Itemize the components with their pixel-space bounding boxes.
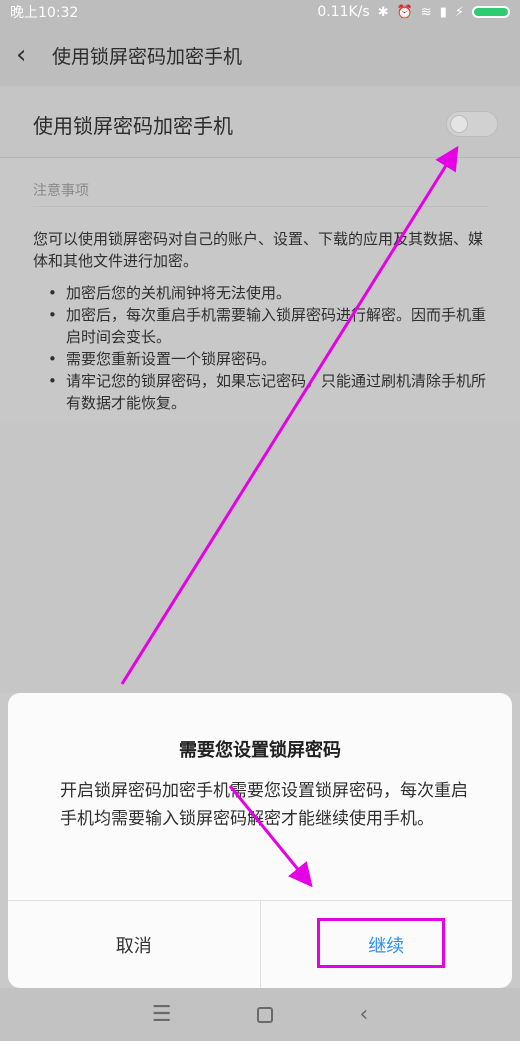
wifi-icon: ≋ xyxy=(420,4,432,20)
cancel-button[interactable]: 取消 xyxy=(8,901,261,988)
dialog-buttons: 取消 继续 xyxy=(8,900,512,988)
continue-button[interactable]: 继续 xyxy=(261,901,513,988)
bluetooth-icon: ✱ xyxy=(377,4,389,20)
divider xyxy=(33,206,488,207)
notes-section: 注意事项 您可以使用锁屏密码对自己的账户、设置、下载的应用及其数据、媒体和其他文… xyxy=(0,158,520,423)
list-item: 需要您重新设置一个锁屏密码。 xyxy=(48,348,488,370)
back-icon[interactable]: ‹ xyxy=(359,1003,368,1026)
navigation-bar: ☰ ‹ xyxy=(0,988,520,1041)
network-speed: 0.11K/s xyxy=(317,4,370,20)
home-icon[interactable] xyxy=(257,1006,274,1023)
list-item: 加密后您的关机闹钟将无法使用。 xyxy=(48,282,488,304)
page-header: ‹ 使用锁屏密码加密手机 xyxy=(0,24,520,86)
toggle-knob xyxy=(450,115,468,133)
dialog-message: 开启锁屏密码加密手机需要您设置锁屏密码，每次重启手机均需要输入锁屏密码解密才能继… xyxy=(60,781,468,829)
encryption-toggle[interactable] xyxy=(446,111,498,137)
encryption-setting-row[interactable]: 使用锁屏密码加密手机 xyxy=(0,86,520,158)
page-title: 使用锁屏密码加密手机 xyxy=(52,45,243,68)
charging-icon: ⚡ xyxy=(454,4,464,20)
set-lock-password-dialog: 需要您设置锁屏密码 开启锁屏密码加密手机需要您设置锁屏密码，每次重启手机均需要输… xyxy=(8,693,512,988)
signal-icon: ▮ xyxy=(439,4,447,20)
menu-icon[interactable]: ☰ xyxy=(152,1003,172,1026)
list-item: 请牢记您的锁屏密码，如果忘记密码，只能通过刷机清除手机所有数据才能恢复。 xyxy=(48,370,488,414)
notes-list: 加密后您的关机闹钟将无法使用。 加密后，每次重启手机需要输入锁屏密码进行解密。因… xyxy=(48,282,488,414)
list-item: 加密后，每次重启手机需要输入锁屏密码进行解密。因而手机重启时间会变长。 xyxy=(48,304,488,348)
status-time: 晚上10:32 xyxy=(10,5,79,21)
alarm-icon: ⏰ xyxy=(396,4,413,20)
status-bar: 晚上10:32 0.11K/s ✱ ⏰ ≋ ▮ ⚡ xyxy=(0,0,520,24)
status-icons: 0.11K/s ✱ ⏰ ≋ ▮ ⚡ xyxy=(317,4,510,20)
dialog-title: 需要您设置锁屏密码 xyxy=(179,740,341,761)
notes-intro: 您可以使用锁屏密码对自己的账户、设置、下载的应用及其数据、媒体和其他文件进行加密… xyxy=(33,230,484,270)
annotation-highlight-box xyxy=(316,918,445,968)
notes-heading: 注意事项 xyxy=(33,183,89,199)
chevron-left-icon[interactable]: ‹ xyxy=(16,42,40,68)
background-content xyxy=(0,423,520,693)
encryption-setting-label: 使用锁屏密码加密手机 xyxy=(33,114,233,138)
battery-icon xyxy=(472,6,510,18)
